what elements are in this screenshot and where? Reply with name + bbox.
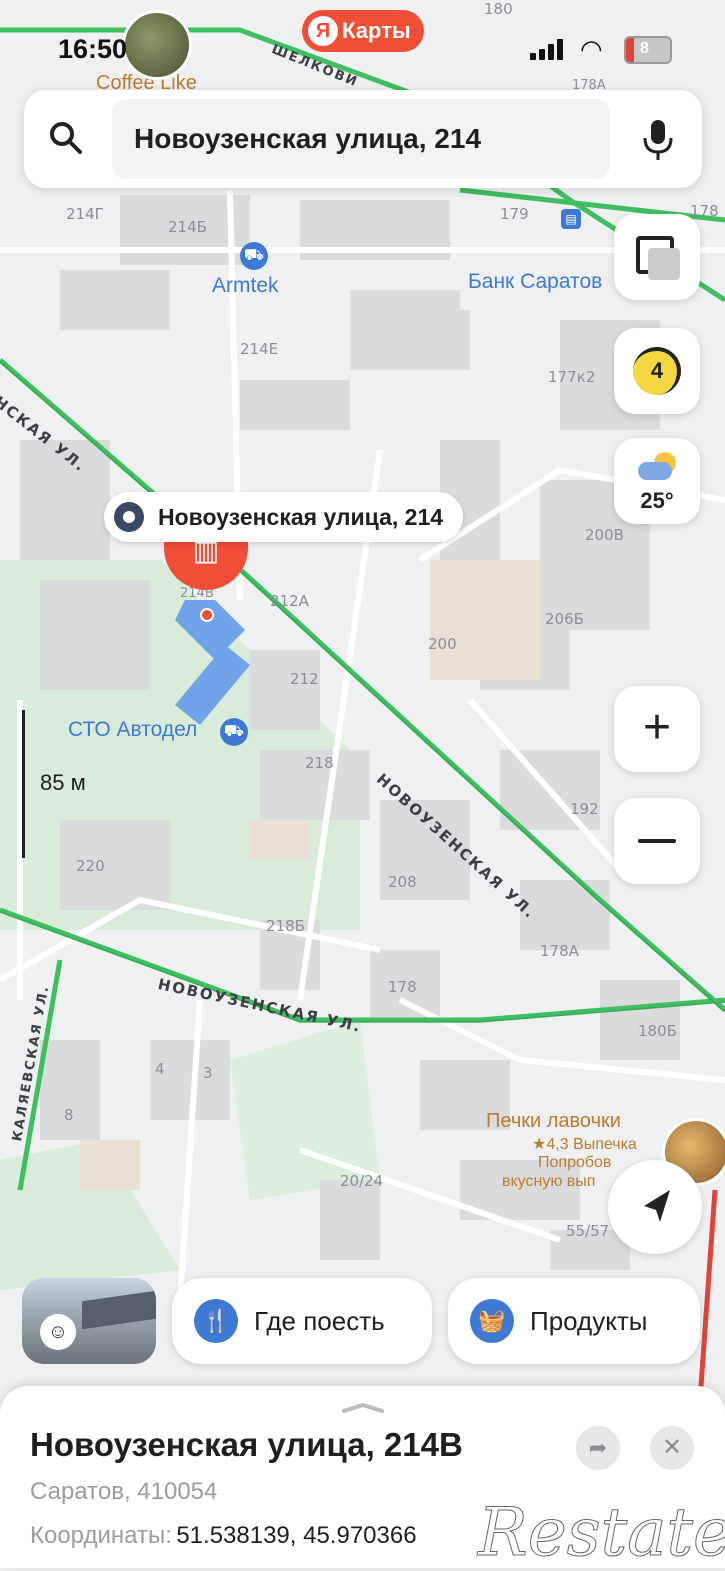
search-input[interactable]: Новоузенская улица, 214 (112, 99, 610, 179)
house-number: 200В (585, 526, 624, 544)
house-number: 208 (388, 873, 417, 891)
house-number: 220 (76, 857, 105, 875)
scale-label: 85 м (40, 770, 86, 795)
house-number: 3 (203, 1064, 213, 1082)
house-number: 179 (500, 205, 529, 223)
weather-cloud-icon (638, 452, 678, 480)
panorama-icon: ☺ (40, 1314, 76, 1350)
sheet-handle[interactable] (342, 1400, 384, 1413)
house-number: 214Г (66, 205, 104, 223)
poi-subtitle: вкусную вып (502, 1173, 596, 1190)
place-title: Новоузенская улица, 214В (30, 1426, 463, 1463)
basket-icon: 🧺 (470, 1299, 514, 1343)
traffic-button[interactable]: 4 (614, 328, 700, 414)
search-bar[interactable]: Новоузенская улица, 214 (24, 90, 702, 188)
armtek-poi[interactable]: ⛟ Armtek (212, 242, 302, 302)
house-number: 55/57 (566, 1222, 610, 1240)
watermark: Restate (477, 1494, 725, 1571)
weather-temp: 25° (640, 488, 674, 513)
house-number: 4 (155, 1060, 165, 1078)
panorama-thumbnail[interactable]: ☺ (22, 1278, 156, 1364)
place-subtitle: Саратов, 410054 (30, 1478, 218, 1505)
navigation-arrow-icon (644, 1190, 670, 1222)
coordinates-row[interactable]: Координаты: 51.538139, 45.970366 (30, 1522, 417, 1550)
fork-knife-icon: 🍴 (194, 1299, 238, 1343)
house-number: 177к2 (548, 368, 596, 386)
sto-poi[interactable]: СТО Автодел ⛟ (68, 716, 258, 750)
minus-icon (638, 839, 676, 843)
house-number: 200 (428, 635, 457, 653)
bank-icon[interactable]: ▤ (561, 209, 581, 229)
location-dot-icon (114, 502, 144, 532)
pin-dot (200, 608, 214, 622)
yandex-logo-icon: Я (308, 16, 338, 46)
where-to-eat-chip[interactable]: 🍴 Где поесть (172, 1278, 432, 1364)
traffic-level: 4 (650, 358, 664, 383)
poi-label: СТО Автодел (68, 718, 198, 741)
house-number: 218Б (266, 917, 305, 935)
coordinates-label: Координаты: (30, 1522, 172, 1549)
poi-subtitle: Попробов (538, 1154, 612, 1171)
house-number: 214Б (168, 218, 207, 236)
close-button[interactable]: ✕ (650, 1426, 694, 1470)
house-number: 20/24 (340, 1172, 384, 1190)
marker-label-text: Новоузенская улица, 214 (158, 504, 444, 530)
battery-icon: 8 (624, 36, 672, 64)
my-location-button[interactable] (608, 1160, 702, 1254)
marker-label[interactable]: Новоузенская улица, 214 (104, 492, 464, 542)
house-number: 212 (290, 670, 319, 688)
plus-icon: + (642, 701, 672, 754)
brand-badge: Я Карты (302, 10, 424, 52)
coordinates-value[interactable]: 51.538139, 45.970366 (176, 1522, 416, 1549)
products-chip[interactable]: 🧺 Продукты (448, 1278, 700, 1364)
signal-icon (530, 38, 566, 60)
poi-label: Печки лавочки (486, 1110, 621, 1132)
search-icon[interactable] (48, 120, 84, 156)
car-icon: ⛟ (220, 718, 248, 746)
wifi-icon: ◠ (580, 34, 603, 64)
poi-label: Armtek (212, 274, 279, 297)
brand-label: Карты (342, 18, 411, 43)
chip-label: Где поесть (254, 1306, 385, 1336)
zoom-out-button[interactable] (614, 798, 700, 884)
house-number: 178 (690, 202, 719, 220)
house-number: 214Е (240, 340, 279, 358)
house-number: 192 (570, 800, 599, 818)
search-input-value: Новоузенская улица, 214 (134, 123, 482, 154)
zoom-in-button[interactable]: + (614, 686, 700, 772)
poi-rating: ★4,3 Выпечка (532, 1136, 637, 1153)
car-icon: ⛟ (240, 242, 268, 270)
layers-button[interactable] (614, 214, 700, 300)
status-time: 16:50 (58, 34, 128, 64)
scale-bar (22, 710, 25, 858)
house-number: 206Б (545, 610, 584, 628)
house-number: 180 (484, 0, 513, 18)
house-number: 178А (540, 942, 579, 960)
house-number: 180Б (638, 1022, 677, 1040)
microphone-icon[interactable] (640, 118, 676, 162)
house-number: 8 (64, 1106, 74, 1124)
bank-poi-label[interactable]: Банк Саратов (468, 270, 602, 294)
house-number: 212А (270, 592, 309, 610)
house-number: 218 (305, 754, 334, 772)
chip-label: Продукты (530, 1306, 648, 1336)
share-button[interactable]: ➦ (576, 1426, 620, 1470)
house-number: 178 (388, 978, 417, 996)
weather-button[interactable]: 25° (614, 438, 700, 524)
